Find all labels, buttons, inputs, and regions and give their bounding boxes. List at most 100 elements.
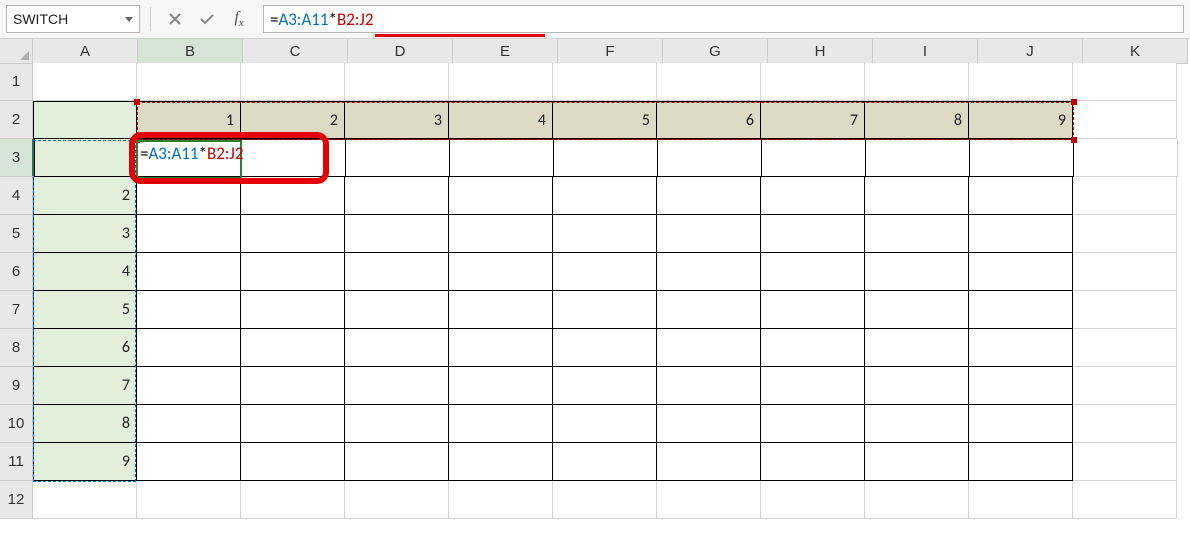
col-header-C[interactable]: C: [243, 39, 348, 64]
cell-D7[interactable]: [345, 291, 449, 329]
cell-D9[interactable]: [345, 367, 449, 405]
cell-K10[interactable]: [1073, 405, 1177, 443]
cell-B8[interactable]: [137, 329, 241, 367]
cell-C10[interactable]: [241, 405, 345, 443]
cell-H8[interactable]: [761, 329, 865, 367]
cell-A12[interactable]: [33, 481, 137, 519]
cell-E2[interactable]: 4: [449, 101, 553, 139]
cell-I3[interactable]: [866, 139, 970, 177]
cell-E10[interactable]: [449, 405, 553, 443]
cell-C11[interactable]: [241, 443, 345, 481]
cell-H9[interactable]: [761, 367, 865, 405]
cell-D2[interactable]: 3: [345, 101, 449, 139]
cell-K4[interactable]: [1073, 177, 1177, 215]
cell-C2[interactable]: 2: [241, 101, 345, 139]
cell-K8[interactable]: [1073, 329, 1177, 367]
cell-A4[interactable]: 2: [33, 177, 137, 215]
cell-G6[interactable]: [657, 253, 761, 291]
cell-F3[interactable]: [554, 139, 658, 177]
cell-E6[interactable]: [449, 253, 553, 291]
cell-C9[interactable]: [241, 367, 345, 405]
cell-F8[interactable]: [553, 329, 657, 367]
cell-C8[interactable]: [241, 329, 345, 367]
cell-I5[interactable]: [865, 215, 969, 253]
cell-B9[interactable]: [137, 367, 241, 405]
col-header-D[interactable]: D: [348, 39, 453, 64]
cell-J1[interactable]: [969, 63, 1073, 101]
col-header-G[interactable]: G: [663, 39, 768, 64]
cell-I6[interactable]: [865, 253, 969, 291]
cell-I4[interactable]: [865, 177, 969, 215]
cell-C5[interactable]: [241, 215, 345, 253]
formula-input[interactable]: =A3:A11*B2:J2: [263, 5, 1184, 33]
cell-H6[interactable]: [761, 253, 865, 291]
cell-H5[interactable]: [761, 215, 865, 253]
cell-F2[interactable]: 5: [553, 101, 657, 139]
cell-G8[interactable]: [657, 329, 761, 367]
cell-D10[interactable]: [345, 405, 449, 443]
cell-D8[interactable]: [345, 329, 449, 367]
cell-B12[interactable]: [137, 481, 241, 519]
name-box[interactable]: SWITCH: [6, 5, 140, 33]
cell-I1[interactable]: [865, 63, 969, 101]
cell-F7[interactable]: [553, 291, 657, 329]
cell-D1[interactable]: [345, 63, 449, 101]
cell-C3[interactable]: [242, 139, 346, 177]
cell-D5[interactable]: [345, 215, 449, 253]
cell-H2[interactable]: 7: [761, 101, 865, 139]
col-header-E[interactable]: E: [453, 39, 558, 64]
insert-function-button[interactable]: fx: [225, 6, 253, 32]
col-header-H[interactable]: H: [768, 39, 873, 64]
row-header-12[interactable]: 12: [0, 481, 33, 519]
cell-C1[interactable]: [241, 63, 345, 101]
cell-B1[interactable]: [137, 63, 241, 101]
cell-C7[interactable]: [241, 291, 345, 329]
row-header-2[interactable]: 2: [0, 101, 33, 139]
cell-F4[interactable]: [553, 177, 657, 215]
col-header-F[interactable]: F: [558, 39, 663, 64]
cell-D12[interactable]: [345, 481, 449, 519]
cell-D4[interactable]: [345, 177, 449, 215]
cell-I12[interactable]: [865, 481, 969, 519]
cell-J9[interactable]: [969, 367, 1073, 405]
cell-J12[interactable]: [969, 481, 1073, 519]
cell-E5[interactable]: [449, 215, 553, 253]
select-all-corner[interactable]: [0, 39, 33, 64]
cell-H1[interactable]: [761, 63, 865, 101]
cell-I10[interactable]: [865, 405, 969, 443]
cell-F12[interactable]: [553, 481, 657, 519]
cell-A3[interactable]: [34, 139, 138, 177]
cell-I7[interactable]: [865, 291, 969, 329]
cell-B4[interactable]: [137, 177, 241, 215]
cell-I9[interactable]: [865, 367, 969, 405]
row-header-4[interactable]: 4: [0, 177, 33, 215]
cell-B5[interactable]: [137, 215, 241, 253]
cell-J6[interactable]: [969, 253, 1073, 291]
cell-A10[interactable]: 8: [33, 405, 137, 443]
cell-J10[interactable]: [969, 405, 1073, 443]
cell-F10[interactable]: [553, 405, 657, 443]
col-header-I[interactable]: I: [873, 39, 978, 64]
cell-D11[interactable]: [345, 443, 449, 481]
cancel-button[interactable]: [161, 6, 189, 32]
cell-B10[interactable]: [137, 405, 241, 443]
cell-A11[interactable]: 9: [33, 443, 137, 481]
row-header-5[interactable]: 5: [0, 215, 33, 253]
cell-A1[interactable]: [33, 63, 137, 101]
col-header-K[interactable]: K: [1083, 39, 1188, 64]
cell-K6[interactable]: [1073, 253, 1177, 291]
enter-button[interactable]: [193, 6, 221, 32]
cell-J11[interactable]: [969, 443, 1073, 481]
cell-I2[interactable]: 8: [865, 101, 969, 139]
cell-H11[interactable]: [761, 443, 865, 481]
cell-H12[interactable]: [761, 481, 865, 519]
row-header-9[interactable]: 9: [0, 367, 33, 405]
cell-A6[interactable]: 4: [33, 253, 137, 291]
cell-K2[interactable]: [1073, 101, 1177, 139]
cell-E12[interactable]: [449, 481, 553, 519]
cell-C12[interactable]: [241, 481, 345, 519]
cell-G7[interactable]: [657, 291, 761, 329]
cell-K7[interactable]: [1073, 291, 1177, 329]
cell-F11[interactable]: [553, 443, 657, 481]
cell-B2[interactable]: 1: [137, 101, 241, 139]
